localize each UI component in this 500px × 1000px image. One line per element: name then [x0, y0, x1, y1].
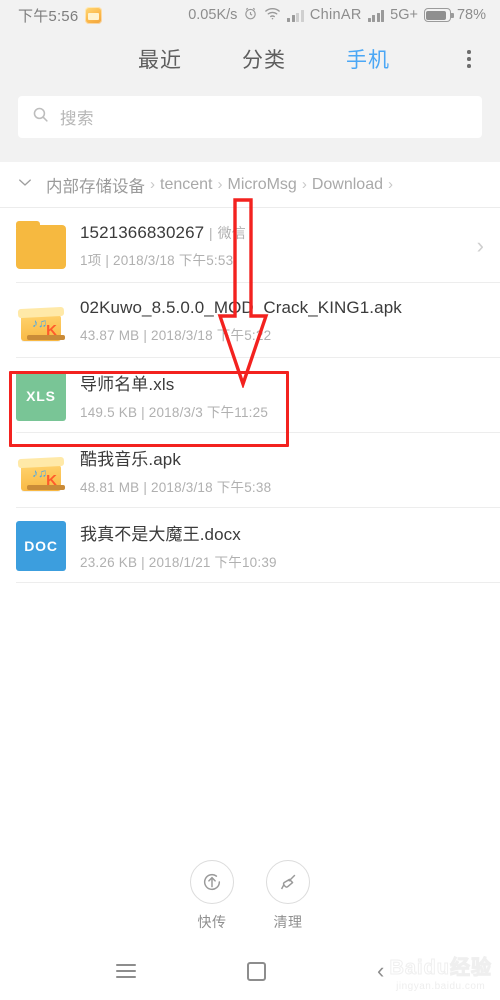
- menu-icon[interactable]: [115, 964, 136, 978]
- breadcrumb-separator-trailing: ›: [387, 176, 393, 193]
- file-list: 1521366830267 | 微信 1项 | 2018/3/18 下午5:53…: [0, 208, 500, 583]
- carrier-name: ChinAR: [309, 7, 362, 23]
- home-square-icon[interactable]: [246, 961, 266, 981]
- file-name-text: 1521366830267: [80, 222, 205, 242]
- breadcrumb-separator: ›: [217, 176, 223, 193]
- folder-icon: [16, 220, 66, 271]
- signal-bars-icon-sim2: [367, 9, 385, 22]
- overflow-menu-icon[interactable]: [456, 46, 482, 72]
- file-name: 02Kuwo_8.5.0.0_MOD_Crack_KING1.apk: [80, 297, 402, 317]
- doc-file-icon: DOC: [16, 520, 66, 571]
- section-divider: [0, 154, 500, 162]
- file-subtitle: 149.5 KB | 2018/3/3 下午11:25: [80, 405, 269, 420]
- kuwo-music-notification-icon: [85, 6, 103, 24]
- tab-category[interactable]: 分类: [242, 44, 286, 74]
- list-item-folder-1521366830267[interactable]: 1521366830267 | 微信 1项 | 2018/3/18 下午5:53…: [0, 208, 500, 283]
- file-name: 酷我音乐.apk: [80, 450, 181, 469]
- battery-icon: [423, 8, 454, 22]
- wifi-icon: [264, 6, 281, 24]
- file-name: 我真不是大魔王.docx: [80, 525, 241, 544]
- file-name: 1521366830267 | 微信: [80, 223, 469, 243]
- list-item-text: 1521366830267 | 微信 1项 | 2018/3/18 下午5:53: [80, 223, 469, 269]
- file-name-alias: 微信: [217, 224, 246, 241]
- network-type-text: 5G+: [390, 7, 418, 23]
- apk-package-icon: ♪♫ K: [16, 446, 66, 496]
- status-bar-clock: 下午5:56: [18, 7, 79, 25]
- battery-percent-text: 78%: [456, 7, 486, 23]
- search-input[interactable]: 搜索: [18, 96, 482, 138]
- file-name: 导师名单.xls: [80, 375, 175, 394]
- signal-bars-icon-sim1: [287, 9, 304, 22]
- upload-circle-icon: [190, 860, 234, 904]
- breadcrumb-item-download[interactable]: Download: [312, 176, 383, 194]
- search-icon: [32, 106, 49, 128]
- search-bar-container: 搜索: [0, 88, 500, 154]
- breadcrumb-item-tencent[interactable]: tencent: [160, 176, 212, 194]
- tab-phone[interactable]: 手机: [346, 44, 390, 74]
- list-item-text: 02Kuwo_8.5.0.0_MOD_Crack_KING1.apk 43.87…: [80, 298, 484, 344]
- search-placeholder: 搜索: [60, 110, 94, 128]
- network-speed-text: 0.05K/s: [188, 7, 238, 23]
- top-tab-bar: 最近 分类 手机: [0, 30, 500, 88]
- chevron-right-icon[interactable]: ›: [477, 233, 484, 259]
- list-item-file-daoshi-mingdan-xls[interactable]: XLS 导师名单.xls 149.5 KB | 2018/3/3 下午11:25: [0, 358, 500, 433]
- file-name-separator: |: [209, 225, 213, 241]
- doc-icon-label: DOC: [16, 520, 66, 571]
- chevron-down-icon[interactable]: [16, 173, 34, 196]
- alarm-clock-icon: [243, 6, 258, 25]
- android-nav-bar: ‹: [0, 942, 500, 1000]
- list-item-text: 我真不是大魔王.docx 23.26 KB | 2018/1/21 下午10:3…: [80, 520, 484, 571]
- breadcrumb-item-root[interactable]: 内部存储设备: [46, 173, 145, 197]
- tab-list: 最近 分类 手机: [110, 44, 390, 74]
- broom-icon: [266, 860, 310, 904]
- breadcrumb-separator: ›: [301, 176, 307, 193]
- file-subtitle: 43.87 MB | 2018/3/18 下午5:22: [80, 327, 272, 343]
- tool-clean[interactable]: 清理: [266, 860, 310, 932]
- xls-file-icon: XLS: [16, 370, 66, 421]
- status-bar: 下午5:56 0.05K/s ChinAR 5G+ 78%: [0, 0, 500, 30]
- status-bar-left: 下午5:56: [18, 5, 103, 26]
- tool-label: 快传: [197, 914, 227, 930]
- tab-recent[interactable]: 最近: [138, 44, 182, 74]
- xls-icon-label: XLS: [16, 370, 66, 421]
- breadcrumb-item-micromsg[interactable]: MicroMsg: [227, 176, 296, 194]
- list-item-file-kuwo-mod-apk[interactable]: ♪♫ K 02Kuwo_8.5.0.0_MOD_Crack_KING1.apk …: [0, 283, 500, 358]
- breadcrumb-path: 内部存储设备 › tencent › MicroMsg › Download ›: [46, 173, 398, 197]
- breadcrumb-separator: ›: [150, 176, 155, 193]
- file-subtitle: 23.26 KB | 2018/1/21 下午10:39: [80, 555, 277, 570]
- tool-label: 清理: [273, 914, 303, 930]
- back-chevron-icon[interactable]: ‹: [377, 960, 384, 982]
- list-item-file-damowang-docx[interactable]: DOC 我真不是大魔王.docx 23.26 KB | 2018/1/21 下午…: [0, 508, 500, 583]
- list-item-text: 酷我音乐.apk 48.81 MB | 2018/3/18 下午5:38: [80, 445, 484, 496]
- status-bar-right: 0.05K/s ChinAR 5G+ 78%: [188, 6, 486, 25]
- phone-screen: 下午5:56 0.05K/s ChinAR 5G+ 78% 最近 分类 手机 搜…: [0, 0, 500, 1000]
- list-item-file-kuwo-music-apk[interactable]: ♪♫ K 酷我音乐.apk 48.81 MB | 2018/3/18 下午5:3…: [0, 433, 500, 508]
- file-subtitle: 1项 | 2018/3/18 下午5:53: [80, 252, 234, 268]
- list-item-text: 导师名单.xls 149.5 KB | 2018/3/3 下午11:25: [80, 370, 484, 421]
- tool-quick-transfer[interactable]: 快传: [190, 860, 234, 932]
- apk-package-icon: ♪♫ K: [16, 296, 66, 346]
- bottom-toolbar: 快传 清理: [0, 850, 500, 942]
- breadcrumb: 内部存储设备 › tencent › MicroMsg › Download ›: [0, 162, 500, 208]
- file-subtitle: 48.81 MB | 2018/3/18 下午5:38: [80, 480, 272, 495]
